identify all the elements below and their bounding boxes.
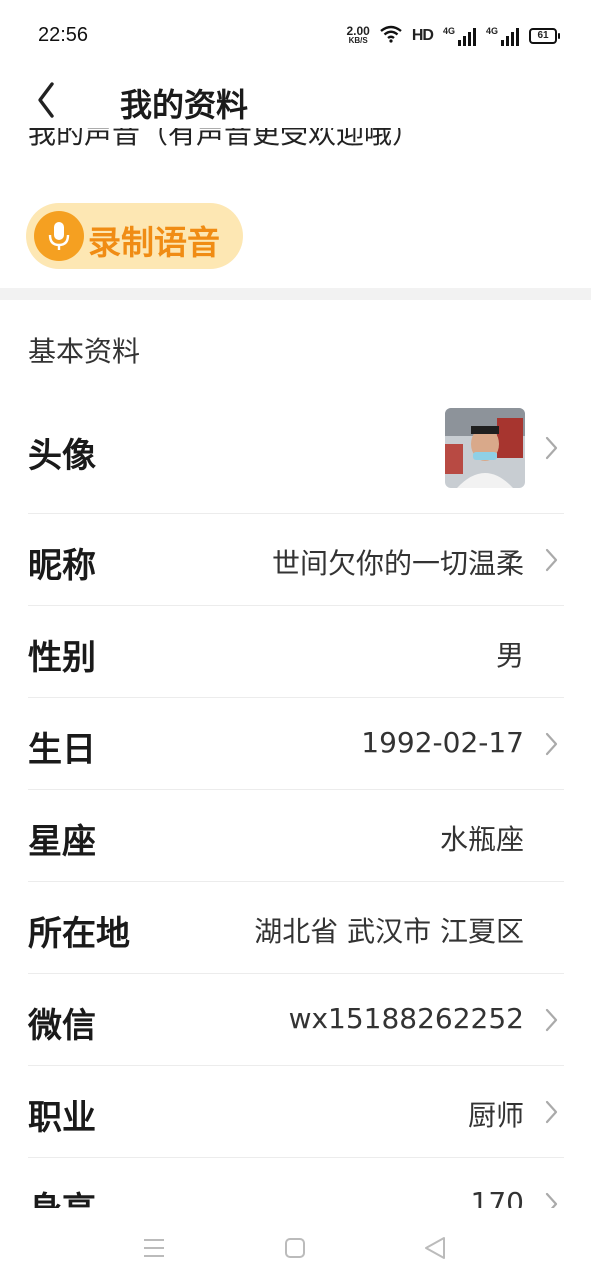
row-location: 所在地 湖北省 武汉市 江夏区 (0, 882, 591, 974)
system-nav-bar (0, 1208, 591, 1280)
row-value: 男 (495, 639, 524, 672)
row-label: 职业 (28, 1098, 96, 1138)
row-label: 身高 (28, 1182, 96, 1208)
chevron-right-icon (545, 1192, 558, 1208)
row-constellation: 星座 水瓶座 (0, 790, 591, 882)
row-value: 170 (470, 1186, 524, 1208)
chevron-right-icon (545, 548, 558, 572)
profile-page: 22:56 2.00 KB/S HD 4G 4G 61 我的资料 我的声音（有声… (0, 0, 591, 1280)
network-speed: 2.00 KB/S (346, 24, 370, 46)
row-value: 湖北省 武汉市 江夏区 (254, 915, 524, 948)
row-value: 世间欠你的一切温柔 (271, 547, 524, 580)
back-nav-button[interactable] (416, 1228, 456, 1268)
row-value: 1992-02-17 (361, 726, 524, 759)
chevron-left-icon (38, 82, 54, 118)
home-square-icon (285, 1238, 305, 1258)
status-bar: 22:56 2.00 KB/S HD 4G 4G 61 (0, 0, 591, 70)
voice-hint: 我的声音（有声音更受欢迎哦） (28, 128, 420, 168)
battery-icon: 61 (529, 28, 560, 44)
section-divider (0, 288, 591, 300)
row-value: 水瓶座 (439, 823, 524, 856)
status-icons: 2.00 KB/S HD 4G 4G 61 (346, 24, 560, 48)
row-wechat[interactable]: 微信 wx15188262252 (0, 974, 591, 1066)
signal-1-label: 4G (442, 26, 455, 36)
signal-2-label: 4G (485, 26, 498, 36)
page-title: 我的资料 (120, 86, 249, 124)
back-triangle-icon (425, 1237, 445, 1259)
row-birthday[interactable]: 生日 1992-02-17 (0, 698, 591, 790)
signal-icon-1: 4G (443, 26, 476, 46)
microphone-icon (34, 211, 84, 261)
menu-icon (144, 1239, 164, 1257)
avatar (445, 408, 525, 488)
row-height[interactable]: 身高 170 (0, 1158, 591, 1208)
hd-indicator: HD (411, 27, 434, 44)
row-label: 星座 (28, 822, 96, 862)
status-time: 22:56 (38, 24, 89, 46)
row-avatar[interactable]: 头像 (0, 398, 591, 514)
network-speed-value: 2.00 (346, 24, 370, 38)
row-label: 生日 (28, 730, 96, 770)
row-label: 微信 (28, 1006, 96, 1046)
home-button[interactable] (275, 1228, 315, 1268)
row-label: 性别 (28, 638, 96, 678)
chevron-right-icon (545, 1008, 558, 1032)
wifi-icon (380, 25, 402, 48)
row-label: 昵称 (28, 546, 96, 586)
basic-info-list: 头像 昵称 世间欠你的一切温柔 性别 男 生日 1992-02-17 星座 水瓶… (0, 398, 591, 1208)
menu-button[interactable] (134, 1228, 174, 1268)
row-gender: 性别 男 (0, 606, 591, 698)
chevron-right-icon (545, 1100, 558, 1124)
chevron-right-icon (545, 436, 558, 460)
row-nickname[interactable]: 昵称 世间欠你的一切温柔 (0, 514, 591, 606)
chevron-right-icon (545, 732, 558, 756)
row-value: 厨师 (467, 1099, 524, 1132)
signal-icon-2: 4G (486, 26, 519, 46)
row-occupation[interactable]: 职业 厨师 (0, 1066, 591, 1158)
back-button[interactable] (28, 78, 68, 122)
row-label: 头像 (28, 436, 96, 476)
network-speed-unit: KB/S (348, 36, 368, 45)
voice-hint-text: 我的声音（有声音更受欢迎哦） (28, 128, 421, 150)
header: 我的资料 (0, 70, 591, 132)
row-value: wx15188262252 (288, 1002, 524, 1035)
row-label: 所在地 (28, 914, 130, 954)
section-title-basic-info: 基本资料 (28, 335, 141, 368)
record-voice-button[interactable]: 录制语音 (26, 203, 243, 269)
record-voice-label: 录制语音 (88, 223, 220, 262)
